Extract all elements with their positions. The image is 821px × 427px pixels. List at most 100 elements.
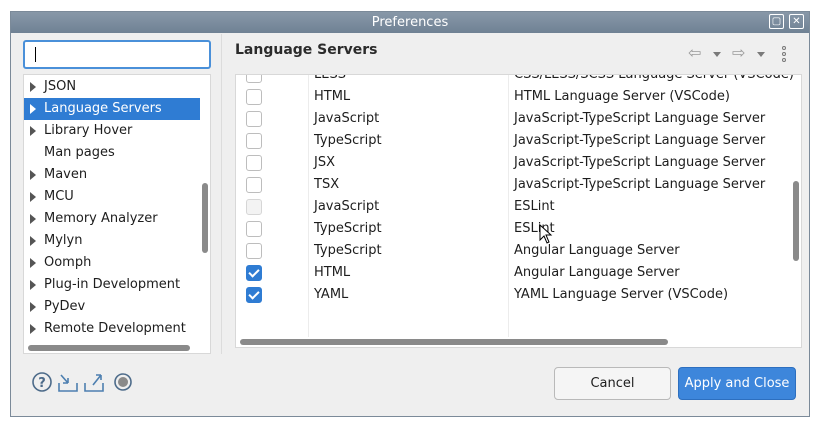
tree-item[interactable]: Mylyn [24, 230, 200, 252]
content-type-cell: HTML [314, 265, 351, 280]
preference-tree[interactable]: Remote Development PyDev Plug-in Developme… [23, 74, 211, 354]
tree-item[interactable]: MCU [24, 186, 200, 208]
enable-checkbox[interactable] [246, 155, 262, 171]
tree-item-label: Language Servers [44, 101, 162, 116]
expand-arrow-icon[interactable] [30, 236, 36, 246]
language-server-cell: Angular Language Server [514, 265, 680, 280]
expand-arrow-icon[interactable] [30, 192, 36, 202]
record-icon[interactable] [112, 371, 134, 393]
expand-arrow-icon[interactable] [30, 126, 36, 136]
tree-item-label: Oomph [44, 255, 92, 270]
enable-checkbox[interactable] [246, 111, 262, 127]
expand-arrow-icon[interactable] [30, 214, 36, 224]
enable-checkbox[interactable] [246, 243, 262, 259]
enable-checkbox[interactable] [246, 75, 262, 83]
column-separator [308, 75, 309, 337]
enable-checkbox[interactable] [246, 221, 262, 237]
content-type-cell: YAML [314, 287, 349, 302]
tree-item-label: Plug-in Development [44, 277, 181, 292]
tree-item[interactable]: Language Servers [24, 98, 200, 120]
apply-and-close-button[interactable]: Apply and Close [678, 367, 796, 400]
language-server-cell: ESLint [514, 199, 555, 214]
table-row[interactable]: JavaScript JavaScript-TypeScript Language… [236, 108, 792, 130]
expand-arrow-icon[interactable] [30, 302, 36, 312]
tree-item[interactable]: JSON [24, 76, 200, 98]
language-server-cell: YAML Language Server (VSCode) [514, 287, 729, 302]
tree-item[interactable]: Remote Development [24, 318, 200, 340]
view-menu-icon[interactable] [782, 46, 786, 64]
table-row[interactable]: HTML Angular Language Server [236, 262, 792, 284]
tree-vertical-scrollbar[interactable] [202, 183, 208, 253]
language-server-cell: HTML Language Server (VSCode) [514, 89, 730, 104]
help-icon[interactable]: ? [31, 371, 53, 393]
language-server-cell: CSS/LESS/SCSS Language Server (VSCode) [514, 74, 794, 82]
mouse-pointer-icon [539, 224, 553, 244]
cancel-button[interactable]: Cancel [554, 367, 671, 400]
preferences-window: Preferences ▢ ✕ Remote Development PyDev P… [10, 11, 810, 417]
export-icon[interactable] [83, 371, 105, 393]
table-row[interactable]: JSX JavaScript-TypeScript Language Server [236, 152, 792, 174]
language-server-cell: JavaScript-TypeScript Language Server [514, 111, 766, 126]
table-row[interactable]: TSX JavaScript-TypeScript Language Server [236, 174, 792, 196]
svg-text:?: ? [38, 376, 46, 391]
tree-item-label: Remote Development [44, 321, 186, 336]
forward-dropdown-icon[interactable] [757, 52, 765, 57]
enable-checkbox[interactable] [246, 265, 262, 281]
tree-item-label: Memory Analyzer [44, 211, 158, 226]
expand-arrow-icon[interactable] [30, 324, 36, 334]
table-row[interactable]: TypeScript JavaScript-TypeScript Language… [236, 130, 792, 152]
enable-checkbox[interactable] [246, 287, 262, 303]
back-arrow-icon[interactable]: ⇦ [688, 45, 701, 61]
tree-item-label: Library Hover [44, 123, 133, 138]
expand-arrow-icon[interactable] [30, 104, 36, 114]
expand-arrow-icon[interactable] [30, 280, 36, 290]
tree-item[interactable]: Man pages [24, 142, 200, 164]
tree-item-label: Maven [44, 167, 88, 182]
table-row[interactable]: LESS CSS/LESS/SCSS Language Server (VSCod… [236, 74, 794, 86]
table-row[interactable]: TypeScript ESLint [236, 218, 792, 240]
tree-horizontal-scrollbar[interactable] [28, 345, 190, 351]
tree-item[interactable]: Oomph [24, 252, 200, 274]
tree-item[interactable]: Maven [24, 164, 200, 186]
table-horizontal-scrollbar[interactable] [240, 339, 668, 345]
forward-arrow-icon[interactable]: ⇨ [732, 45, 745, 61]
content-type-cell: TypeScript [314, 221, 382, 236]
enable-checkbox[interactable] [246, 133, 262, 149]
tree-item-label: Man pages [44, 145, 115, 160]
expand-arrow-icon[interactable] [30, 170, 36, 180]
language-server-cell: JavaScript-TypeScript Language Server [514, 177, 766, 192]
enable-checkbox [246, 199, 262, 215]
tree-item-label: PyDev [44, 299, 86, 314]
window-title: Preferences [371, 15, 449, 30]
table-vertical-scrollbar[interactable] [793, 181, 799, 261]
expand-arrow-icon[interactable] [30, 82, 36, 92]
table-row[interactable]: HTML HTML Language Server (VSCode) [236, 86, 792, 108]
back-dropdown-icon[interactable] [713, 52, 721, 57]
language-server-cell: JavaScript-TypeScript Language Server [514, 155, 766, 170]
tree-item[interactable]: PyDev [24, 296, 200, 318]
content-type-cell: LESS [314, 74, 346, 82]
expand-arrow-icon[interactable] [30, 258, 36, 268]
enable-checkbox[interactable] [246, 177, 262, 193]
import-icon[interactable] [57, 371, 79, 393]
tree-item[interactable]: Library Hover [24, 120, 200, 142]
content-type-cell: HTML [314, 89, 351, 104]
sash-divider[interactable] [221, 34, 222, 354]
column-separator [508, 75, 509, 337]
content-type-cell: TypeScript [314, 243, 382, 258]
content-type-cell: JSX [314, 155, 335, 170]
content-type-cell: JavaScript [314, 199, 380, 214]
content-type-cell: TypeScript [314, 133, 382, 148]
tree-item[interactable]: Plug-in Development [24, 274, 200, 296]
page-title: Language Servers [235, 42, 378, 58]
tree-item-label: JSON [44, 79, 77, 94]
table-row[interactable]: YAML YAML Language Server (VSCode) [236, 284, 792, 306]
tree-item-label: Mylyn [44, 233, 83, 248]
maximize-icon[interactable]: ▢ [769, 14, 784, 29]
tree-item[interactable]: Memory Analyzer [24, 208, 200, 230]
filter-input[interactable] [23, 40, 211, 69]
close-icon[interactable]: ✕ [789, 14, 804, 29]
table-row[interactable]: TypeScript Angular Language Server [236, 240, 792, 262]
enable-checkbox[interactable] [246, 89, 262, 105]
table-row[interactable]: JavaScript ESLint [236, 196, 792, 218]
